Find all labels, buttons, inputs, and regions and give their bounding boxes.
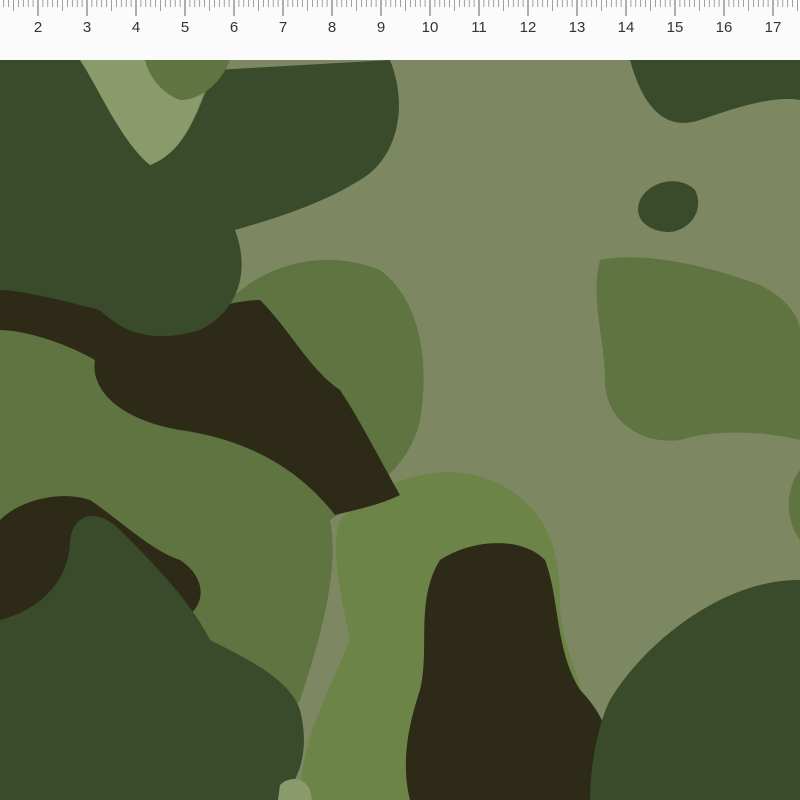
ruler-label: 14 [618, 19, 635, 36]
ruler-label: 13 [569, 19, 586, 36]
ruler-label: 5 [181, 19, 189, 36]
ruler-label: 10 [422, 19, 439, 36]
camouflage-fabric [0, 60, 800, 800]
ruler-label: 12 [520, 19, 537, 36]
ruler-label: 8 [328, 19, 336, 36]
ruler-label: 15 [667, 19, 684, 36]
ruler-label: 17 [765, 19, 782, 36]
camouflage-pattern [0, 60, 800, 800]
measuring-ruler: 2 3 4 5 6 7 8 9 10 11 12 13 14 15 16 17 [0, 0, 800, 60]
ruler-label: 2 [34, 19, 42, 36]
ruler-label: 3 [83, 19, 91, 36]
ruler-label: 6 [230, 19, 238, 36]
ruler-label: 16 [716, 19, 733, 36]
ruler-label: 7 [279, 19, 287, 36]
ruler-label: 9 [377, 19, 385, 36]
ruler-scale: 2 3 4 5 6 7 8 9 10 11 12 13 14 15 16 17 [0, 0, 800, 60]
ruler-label: 11 [471, 19, 487, 36]
ruler-label: 4 [132, 19, 140, 36]
fabric-swatch-photo: 2 3 4 5 6 7 8 9 10 11 12 13 14 15 16 17 [0, 0, 800, 800]
